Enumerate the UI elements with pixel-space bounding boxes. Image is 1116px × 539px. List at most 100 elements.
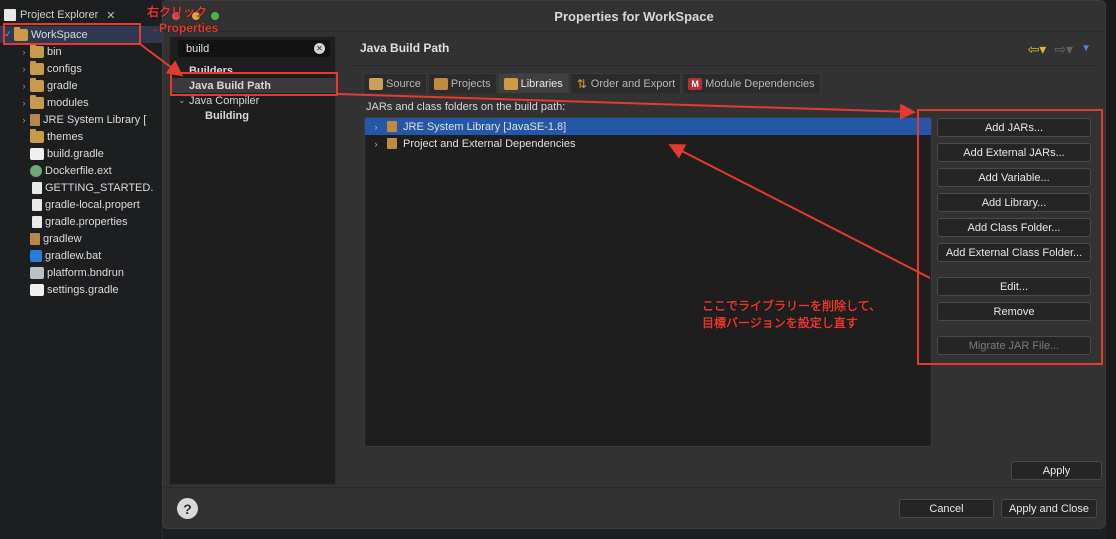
tab-label: Projects <box>450 77 491 90</box>
tree-item[interactable]: gradle-local.propert <box>0 196 163 213</box>
filter-value: build <box>186 42 210 55</box>
tab-libraries[interactable]: Libraries <box>497 73 569 93</box>
chevron-right-icon[interactable]: › <box>18 115 30 125</box>
view-menu-icon[interactable]: ▼ <box>1081 41 1091 58</box>
tree-item[interactable]: › bin <box>0 43 163 60</box>
properties-nav-pane: build ✕ Builders Java Build Path ⌄ Java C… <box>169 36 337 485</box>
tree-item[interactable]: › JRE System Library [ <box>0 111 163 128</box>
nav-item-builders[interactable]: Builders <box>170 63 337 78</box>
tree-item-label: WorkSpace <box>31 28 88 41</box>
project-explorer-tab[interactable]: Project Explorer ✕ <box>0 6 132 24</box>
nav-item-builders-label: Builders <box>189 64 234 77</box>
docker-file-icon <box>30 164 42 177</box>
library-label: JRE System Library [JavaSE-1.8] <box>403 120 567 133</box>
nav-item-java-compiler[interactable]: ⌄ Java Compiler <box>170 93 337 108</box>
tree-item[interactable]: › configs <box>0 60 163 77</box>
chevron-down-icon[interactable]: ⌄ <box>178 95 189 106</box>
nav-item-java-build-path-label: Java Build Path <box>189 79 271 92</box>
folder-icon <box>30 43 44 58</box>
order-icon: ⇅ <box>576 76 587 91</box>
add-variable-button[interactable]: Add Variable... <box>937 168 1091 187</box>
clear-filter-icon[interactable]: ✕ <box>314 43 325 54</box>
apply-and-close-button[interactable]: Apply and Close <box>1001 499 1097 518</box>
tree-item-label: gradle <box>47 79 78 92</box>
library-tree[interactable]: › JRE System Library [JavaSE-1.8] › Project… <box>364 117 932 447</box>
build-path-tabs: Source Projects Libraries ⇅ Order and Export… <box>363 73 822 93</box>
gradle-file-icon <box>30 147 44 160</box>
tree-item[interactable]: build.gradle <box>0 145 163 162</box>
filter-input[interactable]: build ✕ <box>178 40 330 57</box>
tree-item[interactable]: platform.bndrun <box>0 264 163 281</box>
tab-label: Order and Export <box>590 77 676 90</box>
remove-button[interactable]: Remove <box>937 302 1091 321</box>
file-icon <box>32 181 42 194</box>
migrate-jar-button[interactable]: Migrate JAR File... <box>937 336 1091 355</box>
back-arrow-icon[interactable]: ⇦▾ <box>1028 41 1047 58</box>
chevron-right-icon[interactable]: › <box>18 47 30 57</box>
tree-item-workspace[interactable]: ✓ WorkSpace <box>0 26 163 43</box>
library-row[interactable]: › Project and External Dependencies <box>365 135 931 152</box>
tab-source[interactable]: Source <box>363 73 427 93</box>
tree-item-label: gradle.properties <box>45 215 128 228</box>
library-icon <box>30 232 40 245</box>
forward-arrow-icon[interactable]: ⇨▾ <box>1054 41 1073 58</box>
add-external-jars-button[interactable]: Add External JARs... <box>937 143 1091 162</box>
tree-item[interactable]: gradle.properties <box>0 213 163 230</box>
chevron-right-icon[interactable]: ✓ <box>2 29 14 40</box>
dialog-title: Properties for WorkSpace <box>163 1 1105 32</box>
tree-item-label: bin <box>47 45 62 58</box>
tree-item[interactable]: gradlew <box>0 230 163 247</box>
properties-nav-tree: Builders Java Build Path ⌄ Java Compiler … <box>170 63 337 123</box>
help-icon[interactable]: ? <box>177 498 198 519</box>
tree-item[interactable]: Dockerfile.ext <box>0 162 163 179</box>
annotation-note-line1: ここでライブラリーを削除して、 <box>702 299 882 313</box>
nav-item-java-compiler-label: Java Compiler <box>189 94 260 107</box>
libraries-icon <box>503 77 518 90</box>
add-external-class-folder-button[interactable]: Add External Class Folder... <box>937 243 1091 262</box>
chevron-right-icon[interactable]: › <box>369 139 383 149</box>
tree-item[interactable]: gradlew.bat <box>0 247 163 264</box>
folder-icon <box>30 128 44 143</box>
tree-item[interactable]: GETTING_STARTED. <box>0 179 163 196</box>
tab-projects[interactable]: Projects <box>427 73 497 93</box>
history-nav: ⇦▾ ⇨▾ ▼ <box>1028 41 1091 58</box>
tree-item[interactable]: › gradle <box>0 77 163 94</box>
chevron-right-icon[interactable]: › <box>18 98 30 108</box>
add-class-folder-button[interactable]: Add Class Folder... <box>937 218 1091 237</box>
tree-item-label: configs <box>47 62 82 75</box>
page-title: Java Build Path <box>360 41 450 55</box>
tree-item[interactable]: › modules <box>0 94 163 111</box>
project-explorer-icon <box>4 9 16 21</box>
chevron-right-icon[interactable]: › <box>18 81 30 91</box>
folder-icon <box>30 77 44 92</box>
tab-order-and-export[interactable]: ⇅ Order and Export <box>569 73 682 93</box>
chevron-right-icon[interactable]: › <box>18 64 30 74</box>
add-library-button[interactable]: Add Library... <box>937 193 1091 212</box>
apply-button[interactable]: Apply <box>1011 461 1102 480</box>
project-icon <box>14 26 28 41</box>
chevron-right-icon[interactable]: › <box>369 122 383 132</box>
tree-item[interactable]: settings.gradle <box>0 281 163 298</box>
annotation-note-line2: 目標バージョンを設定し直す <box>702 316 858 330</box>
file-icon <box>32 215 42 228</box>
tab-module-dependencies[interactable]: M Module Dependencies <box>682 73 821 93</box>
tree-item-label: gradlew <box>43 232 82 245</box>
library-row[interactable]: › JRE System Library [JavaSE-1.8] <box>365 118 931 135</box>
tree-item-label: GETTING_STARTED. <box>45 181 154 194</box>
screen: Project Explorer ✕ ✓ WorkSpace › bin › config… <box>0 0 1116 539</box>
annotation-right-click: 右クリック <box>147 5 208 19</box>
project-tree: ✓ WorkSpace › bin › configs › gradle › modules › JR… <box>0 26 163 298</box>
tree-item-label: platform.bndrun <box>47 266 125 279</box>
background-editor-edge <box>1106 0 1116 539</box>
close-icon[interactable]: ✕ <box>106 9 115 22</box>
module-icon: M <box>688 77 703 90</box>
nav-item-java-build-path[interactable]: Java Build Path <box>170 78 337 93</box>
cancel-button[interactable]: Cancel <box>899 499 994 518</box>
file-icon <box>32 198 42 211</box>
tab-label: Source <box>386 77 421 90</box>
tree-item[interactable]: themes <box>0 128 163 145</box>
library-icon <box>30 113 40 126</box>
add-jars-button[interactable]: Add JARs... <box>937 118 1091 137</box>
edit-button[interactable]: Edit... <box>937 277 1091 296</box>
nav-item-building[interactable]: Building <box>170 108 337 123</box>
